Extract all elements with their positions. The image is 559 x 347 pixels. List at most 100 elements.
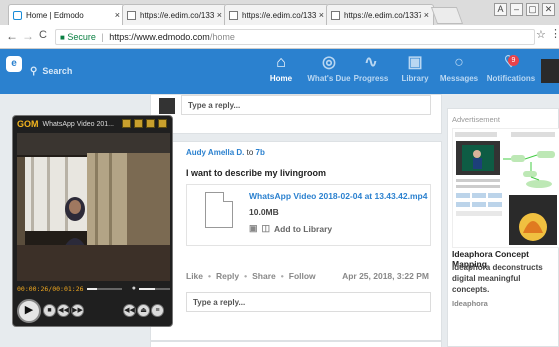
nav-label: Messages bbox=[439, 74, 479, 83]
tab-edmodo-home[interactable]: Home | Edmodo × bbox=[8, 4, 125, 25]
separator-dot: • bbox=[244, 271, 248, 281]
post-author-name[interactable]: Audy Amella D. bbox=[186, 148, 244, 157]
seek-progress-fill bbox=[86, 287, 98, 290]
tab-file-3[interactable]: https://e.edim.co/133780 × bbox=[326, 4, 434, 25]
separator-dot: • bbox=[280, 271, 284, 281]
maximize-button[interactable]: ▢ bbox=[526, 3, 539, 16]
tab-title: https://e.edim.co/133778 bbox=[140, 10, 214, 20]
nav-label: Notifications bbox=[486, 74, 536, 83]
profile-button[interactable]: A bbox=[494, 3, 507, 16]
player-close-button[interactable] bbox=[158, 119, 167, 128]
post-author-line: Audy Amella D. to 7b bbox=[186, 148, 265, 157]
library-icon: ◫ bbox=[261, 223, 271, 233]
nav-label: Home bbox=[269, 74, 293, 83]
browser-tab-strip: Home | Edmodo × https://e.edim.co/133778… bbox=[0, 0, 559, 25]
secure-label: Secure bbox=[67, 32, 96, 42]
post-to-word: to bbox=[246, 148, 254, 157]
next-button[interactable]: ▶▶ bbox=[71, 304, 84, 317]
user-avatar[interactable] bbox=[541, 59, 559, 83]
reply-input[interactable]: Type a reply... bbox=[186, 292, 431, 312]
rewind-button[interactable]: ◀◀ bbox=[123, 304, 136, 317]
previous-post-reply-card: Type a reply... bbox=[150, 94, 442, 134]
attachment-size: 10.0MB bbox=[249, 207, 279, 217]
tab-close-icon[interactable]: × bbox=[217, 10, 222, 20]
edmodo-favicon-icon bbox=[13, 10, 22, 20]
ad-image[interactable] bbox=[452, 128, 559, 248]
play-button[interactable]: ▶ bbox=[17, 299, 41, 323]
back-arrow-icon[interactable]: ← bbox=[6, 29, 18, 43]
advertisement-panel: Advertisement Ideaphora Concept Mapping … bbox=[447, 108, 559, 347]
attachment-filename-link[interactable]: WhatsApp Video 2018-02-04 at 13.43.42.mp… bbox=[249, 191, 427, 201]
forward-arrow-icon[interactable]: → bbox=[22, 29, 34, 43]
reload-icon[interactable]: C bbox=[39, 29, 47, 41]
add-to-library-label: Add to Library bbox=[274, 223, 333, 234]
ad-label: Advertisement bbox=[452, 115, 500, 124]
notification-badge: 9 bbox=[508, 55, 519, 66]
separator-dot: • bbox=[208, 271, 211, 281]
tab-title: https://e.edim.co/133780 bbox=[344, 10, 421, 20]
tab-title: Home | Edmodo bbox=[26, 10, 84, 20]
bookmark-star-icon[interactable]: ☆ bbox=[536, 28, 546, 41]
post-card: Audy Amella D. to 7b I want to describe … bbox=[150, 141, 442, 341]
player-minimize-button[interactable] bbox=[134, 119, 143, 128]
search-placeholder: Search bbox=[42, 66, 73, 76]
download-icon: ▣ bbox=[249, 223, 258, 233]
eject-button[interactable]: ⏏ bbox=[137, 304, 150, 317]
browser-menu-icon[interactable]: ⋮ bbox=[550, 27, 559, 40]
follow-link[interactable]: Follow bbox=[289, 271, 316, 281]
post-actions: Like • Reply • Share • Follow bbox=[186, 271, 316, 281]
reply-input[interactable]: Type a reply... bbox=[181, 95, 431, 115]
reply-link[interactable]: Reply bbox=[216, 271, 239, 281]
player-title-bar[interactable]: GOM WhatsApp Video 201... bbox=[17, 118, 117, 130]
like-link[interactable]: Like bbox=[186, 271, 203, 281]
tab-close-icon[interactable]: × bbox=[424, 10, 429, 20]
url-host: https://www.edmodo.com bbox=[109, 32, 210, 42]
chat-icon: ○ bbox=[454, 54, 464, 71]
url-separator: | bbox=[101, 32, 104, 42]
tab-close-icon[interactable]: × bbox=[115, 10, 120, 20]
share-link[interactable]: Share bbox=[252, 271, 276, 281]
seek-slider[interactable] bbox=[86, 287, 122, 290]
lock-icon: ■ bbox=[60, 33, 65, 42]
home-icon: ⌂ bbox=[276, 54, 286, 71]
attachment-card: WhatsApp Video 2018-02-04 at 13.43.42.mp… bbox=[186, 184, 431, 246]
playlist-button[interactable]: ≡ bbox=[151, 304, 164, 317]
video-scene bbox=[17, 133, 170, 281]
post-text: I want to describe my livingroom bbox=[186, 168, 327, 178]
tab-file-2[interactable]: https://e.edim.co/133778 × bbox=[224, 4, 329, 25]
stop-button[interactable]: ■ bbox=[43, 304, 56, 317]
add-to-library-button[interactable]: ▣ ◫ Add to Library bbox=[249, 223, 332, 234]
url-path: /home bbox=[209, 32, 235, 42]
nav-label: Progress bbox=[353, 74, 389, 83]
previous-button[interactable]: ◀◀ bbox=[57, 304, 70, 317]
player-settings-button[interactable] bbox=[122, 119, 131, 128]
minimize-button[interactable]: – bbox=[510, 3, 523, 16]
tab-file-1[interactable]: https://e.edim.co/133778 × bbox=[122, 4, 227, 25]
page-favicon-icon bbox=[229, 10, 238, 20]
edmodo-logo[interactable]: e bbox=[6, 56, 22, 72]
player-title: WhatsApp Video 201... bbox=[42, 120, 114, 128]
edmodo-top-nav: e ⚲ Search ⌂ Home ◎ What's Due ∿ Progres… bbox=[0, 49, 559, 94]
tab-close-icon[interactable]: × bbox=[319, 10, 324, 20]
gom-player-window[interactable]: GOM WhatsApp Video 201... 00:00:26/00:01… bbox=[12, 115, 173, 327]
nav-home[interactable]: ⌂ Home bbox=[255, 53, 307, 91]
volume-level-fill bbox=[139, 287, 155, 290]
gom-logo: GOM bbox=[17, 119, 39, 129]
video-frame[interactable] bbox=[17, 133, 170, 281]
tab-title: https://e.edim.co/133778 bbox=[242, 10, 316, 20]
player-timecode: 00:00:26/00:01:26 bbox=[17, 284, 84, 293]
post-group-link[interactable]: 7b bbox=[256, 148, 265, 157]
file-document-icon bbox=[205, 192, 233, 228]
search-icon: ⚲ bbox=[30, 65, 38, 77]
nav-label: Library bbox=[401, 74, 429, 83]
url-field[interactable]: ■ Secure | https://www.edmodo.com/home bbox=[55, 29, 535, 45]
nav-messages[interactable]: ○ Messages bbox=[433, 53, 485, 91]
page-favicon-icon bbox=[127, 10, 136, 20]
search-input[interactable]: ⚲ Search bbox=[30, 61, 210, 81]
concept-map-illustration bbox=[453, 129, 559, 247]
volume-slider[interactable] bbox=[139, 287, 170, 290]
player-maximize-button[interactable] bbox=[146, 119, 155, 128]
ad-brand: Ideaphora bbox=[452, 299, 488, 308]
new-tab-button[interactable] bbox=[430, 7, 464, 24]
close-window-button[interactable]: ✕ bbox=[542, 3, 555, 16]
